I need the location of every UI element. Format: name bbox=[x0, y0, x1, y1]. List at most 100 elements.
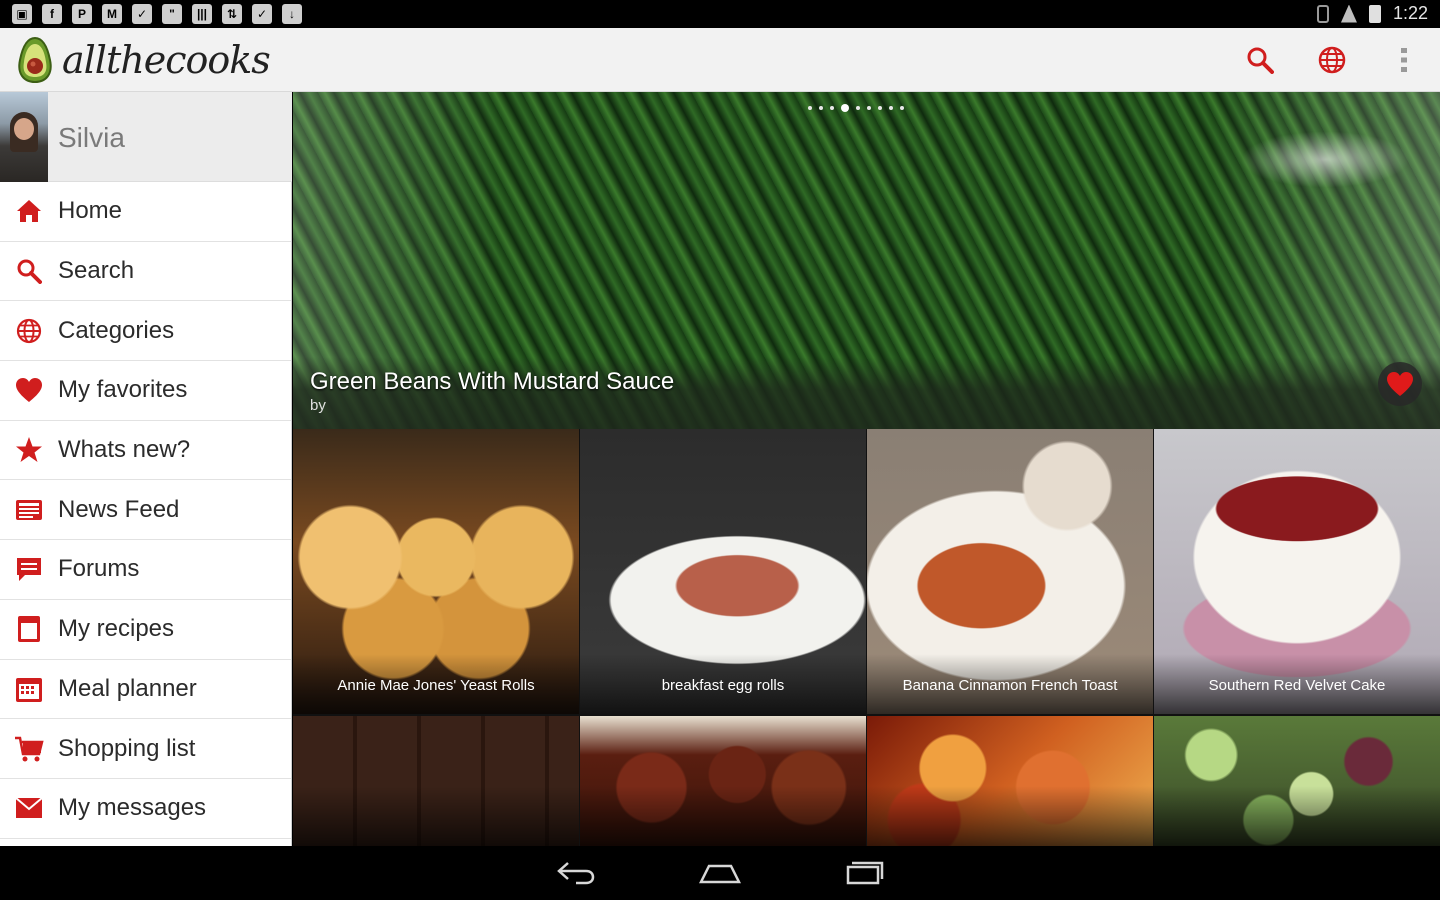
recipe-title bbox=[867, 786, 1153, 846]
carousel-dot bbox=[856, 106, 860, 110]
home-nav-icon bbox=[699, 864, 741, 884]
globe-icon bbox=[14, 316, 44, 346]
carousel-dot bbox=[889, 106, 893, 110]
navigation-drawer: Silvia Home Search Categories My favorit… bbox=[0, 92, 292, 846]
avatar[interactable] bbox=[0, 92, 48, 182]
sidebar-item-label: Search bbox=[58, 257, 135, 285]
recipe-title: Annie Mae Jones' Yeast Rolls bbox=[293, 654, 579, 714]
globe-icon bbox=[1318, 46, 1346, 74]
recents-button[interactable] bbox=[840, 858, 888, 888]
sidebar-item-categories[interactable]: Categories bbox=[0, 301, 291, 362]
sidebar-item-favorites[interactable]: My favorites bbox=[0, 361, 291, 421]
sync-icon: ⇅ bbox=[222, 4, 242, 24]
gmail-icon: M bbox=[102, 4, 122, 24]
notification-icons: ▣ f P M ✓ " ||| ⇅ ✓ ↓ bbox=[12, 4, 302, 24]
battery-icon bbox=[1368, 4, 1381, 23]
clock: 1:22 bbox=[1392, 3, 1428, 23]
home-icon bbox=[14, 196, 44, 226]
recipe-tile[interactable]: Southern Red Velvet Cake bbox=[1154, 429, 1440, 714]
sidebar-item-my-messages[interactable]: My messages bbox=[0, 779, 291, 839]
cart-icon bbox=[14, 734, 44, 764]
sidebar-item-my-recipes[interactable]: My recipes bbox=[0, 600, 291, 660]
carousel-dot bbox=[808, 106, 812, 110]
recipe-title bbox=[580, 786, 866, 846]
heart-icon bbox=[14, 375, 44, 405]
sidebar-item-home[interactable]: Home bbox=[0, 182, 291, 242]
status-bar: ▣ f P M ✓ " ||| ⇅ ✓ ↓ 1:22 bbox=[0, 0, 1440, 28]
sidebar-item-meal-planner[interactable]: Meal planner bbox=[0, 660, 291, 720]
chat-icon bbox=[14, 554, 44, 584]
back-button[interactable] bbox=[552, 858, 600, 888]
sidebar-item-shopping-list[interactable]: Shopping list bbox=[0, 719, 291, 779]
recipe-tile[interactable] bbox=[867, 716, 1153, 846]
sidebar-item-label: Home bbox=[58, 197, 123, 225]
carousel-dot-active bbox=[841, 104, 849, 112]
sidebar-item-news-feed[interactable]: News Feed bbox=[0, 480, 291, 541]
recipe-tile[interactable] bbox=[1154, 716, 1440, 846]
sidebar-item-label: Forums bbox=[58, 555, 140, 583]
avatar-face bbox=[14, 118, 34, 140]
sidebar-item-forums[interactable]: Forums bbox=[0, 540, 291, 600]
sidebar-item-label: My recipes bbox=[58, 615, 175, 643]
sidebar-item-label: Whats new? bbox=[58, 436, 191, 464]
sidebar-item-label: Categories bbox=[58, 316, 175, 344]
pinterest-icon: P bbox=[72, 4, 92, 24]
heart-icon bbox=[1387, 372, 1413, 396]
carousel-dot bbox=[819, 106, 823, 110]
recipe-title bbox=[1154, 786, 1440, 846]
calendar-icon bbox=[14, 674, 44, 704]
recents-icon bbox=[846, 861, 884, 885]
main-content: Green Beans With Mustard Sauce by Annie … bbox=[293, 92, 1440, 846]
wifi-icon bbox=[1340, 4, 1357, 23]
mail-icon bbox=[14, 793, 44, 823]
app-title: allthecooks bbox=[62, 38, 271, 82]
sidebar-item-whats-new[interactable]: Whats new? bbox=[0, 421, 291, 481]
overflow-menu-icon bbox=[1401, 48, 1407, 72]
recipe-tile[interactable]: breakfast egg rolls bbox=[580, 429, 866, 714]
sidebar-item-search[interactable]: Search bbox=[0, 242, 291, 302]
action-bar: allthecooks bbox=[0, 28, 1440, 92]
shield-icon: ✓ bbox=[132, 4, 152, 24]
carousel-dot bbox=[830, 106, 834, 110]
recipe-tile[interactable] bbox=[580, 716, 866, 846]
carousel-dot bbox=[867, 106, 871, 110]
star-icon bbox=[14, 435, 44, 465]
recipe-title: Southern Red Velvet Cake bbox=[1154, 654, 1440, 714]
avocado-logo-icon[interactable] bbox=[16, 36, 54, 84]
recipe-tile[interactable]: Annie Mae Jones' Yeast Rolls bbox=[293, 429, 579, 714]
sidebar-item-label: My messages bbox=[58, 794, 207, 822]
carousel-indicator bbox=[808, 104, 904, 112]
sidebar-item-label: Shopping list bbox=[58, 734, 196, 762]
bluetooth-icon bbox=[1316, 4, 1329, 23]
favorite-button[interactable] bbox=[1378, 362, 1422, 406]
search-button[interactable] bbox=[1242, 42, 1278, 78]
barcode-icon: ||| bbox=[192, 4, 212, 24]
sidebar-item-label: Meal planner bbox=[58, 674, 197, 702]
categories-button[interactable] bbox=[1314, 42, 1350, 78]
facebook-icon: f bbox=[42, 4, 62, 24]
recipe-title: breakfast egg rolls bbox=[580, 654, 866, 714]
carousel-dot bbox=[900, 106, 904, 110]
home-button[interactable] bbox=[696, 858, 744, 888]
hangouts-icon: " bbox=[162, 4, 182, 24]
recipe-tile[interactable]: Banana Cinnamon French Toast bbox=[867, 429, 1153, 714]
bag-icon: ✓ bbox=[252, 4, 272, 24]
download-icon: ↓ bbox=[282, 4, 302, 24]
news-icon bbox=[14, 495, 44, 525]
search-icon bbox=[14, 256, 44, 286]
book-icon bbox=[14, 614, 44, 644]
sidebar-item-label: My favorites bbox=[58, 376, 188, 404]
image-icon: ▣ bbox=[12, 4, 32, 24]
recipe-title: Banana Cinnamon French Toast bbox=[867, 654, 1153, 714]
overflow-menu-button[interactable] bbox=[1386, 42, 1422, 78]
search-icon bbox=[1247, 47, 1274, 74]
sidebar-item-label: News Feed bbox=[58, 495, 180, 523]
user-name: Silvia bbox=[58, 122, 125, 153]
drawer-header[interactable]: Silvia bbox=[0, 92, 292, 182]
carousel-dot bbox=[878, 106, 882, 110]
recipe-tile[interactable] bbox=[293, 716, 579, 846]
recipe-title bbox=[293, 786, 579, 846]
system-nav-bar bbox=[0, 846, 1440, 900]
featured-recipe-title[interactable]: Green Beans With Mustard Sauce bbox=[310, 368, 674, 396]
featured-recipe-author: by bbox=[310, 397, 326, 414]
